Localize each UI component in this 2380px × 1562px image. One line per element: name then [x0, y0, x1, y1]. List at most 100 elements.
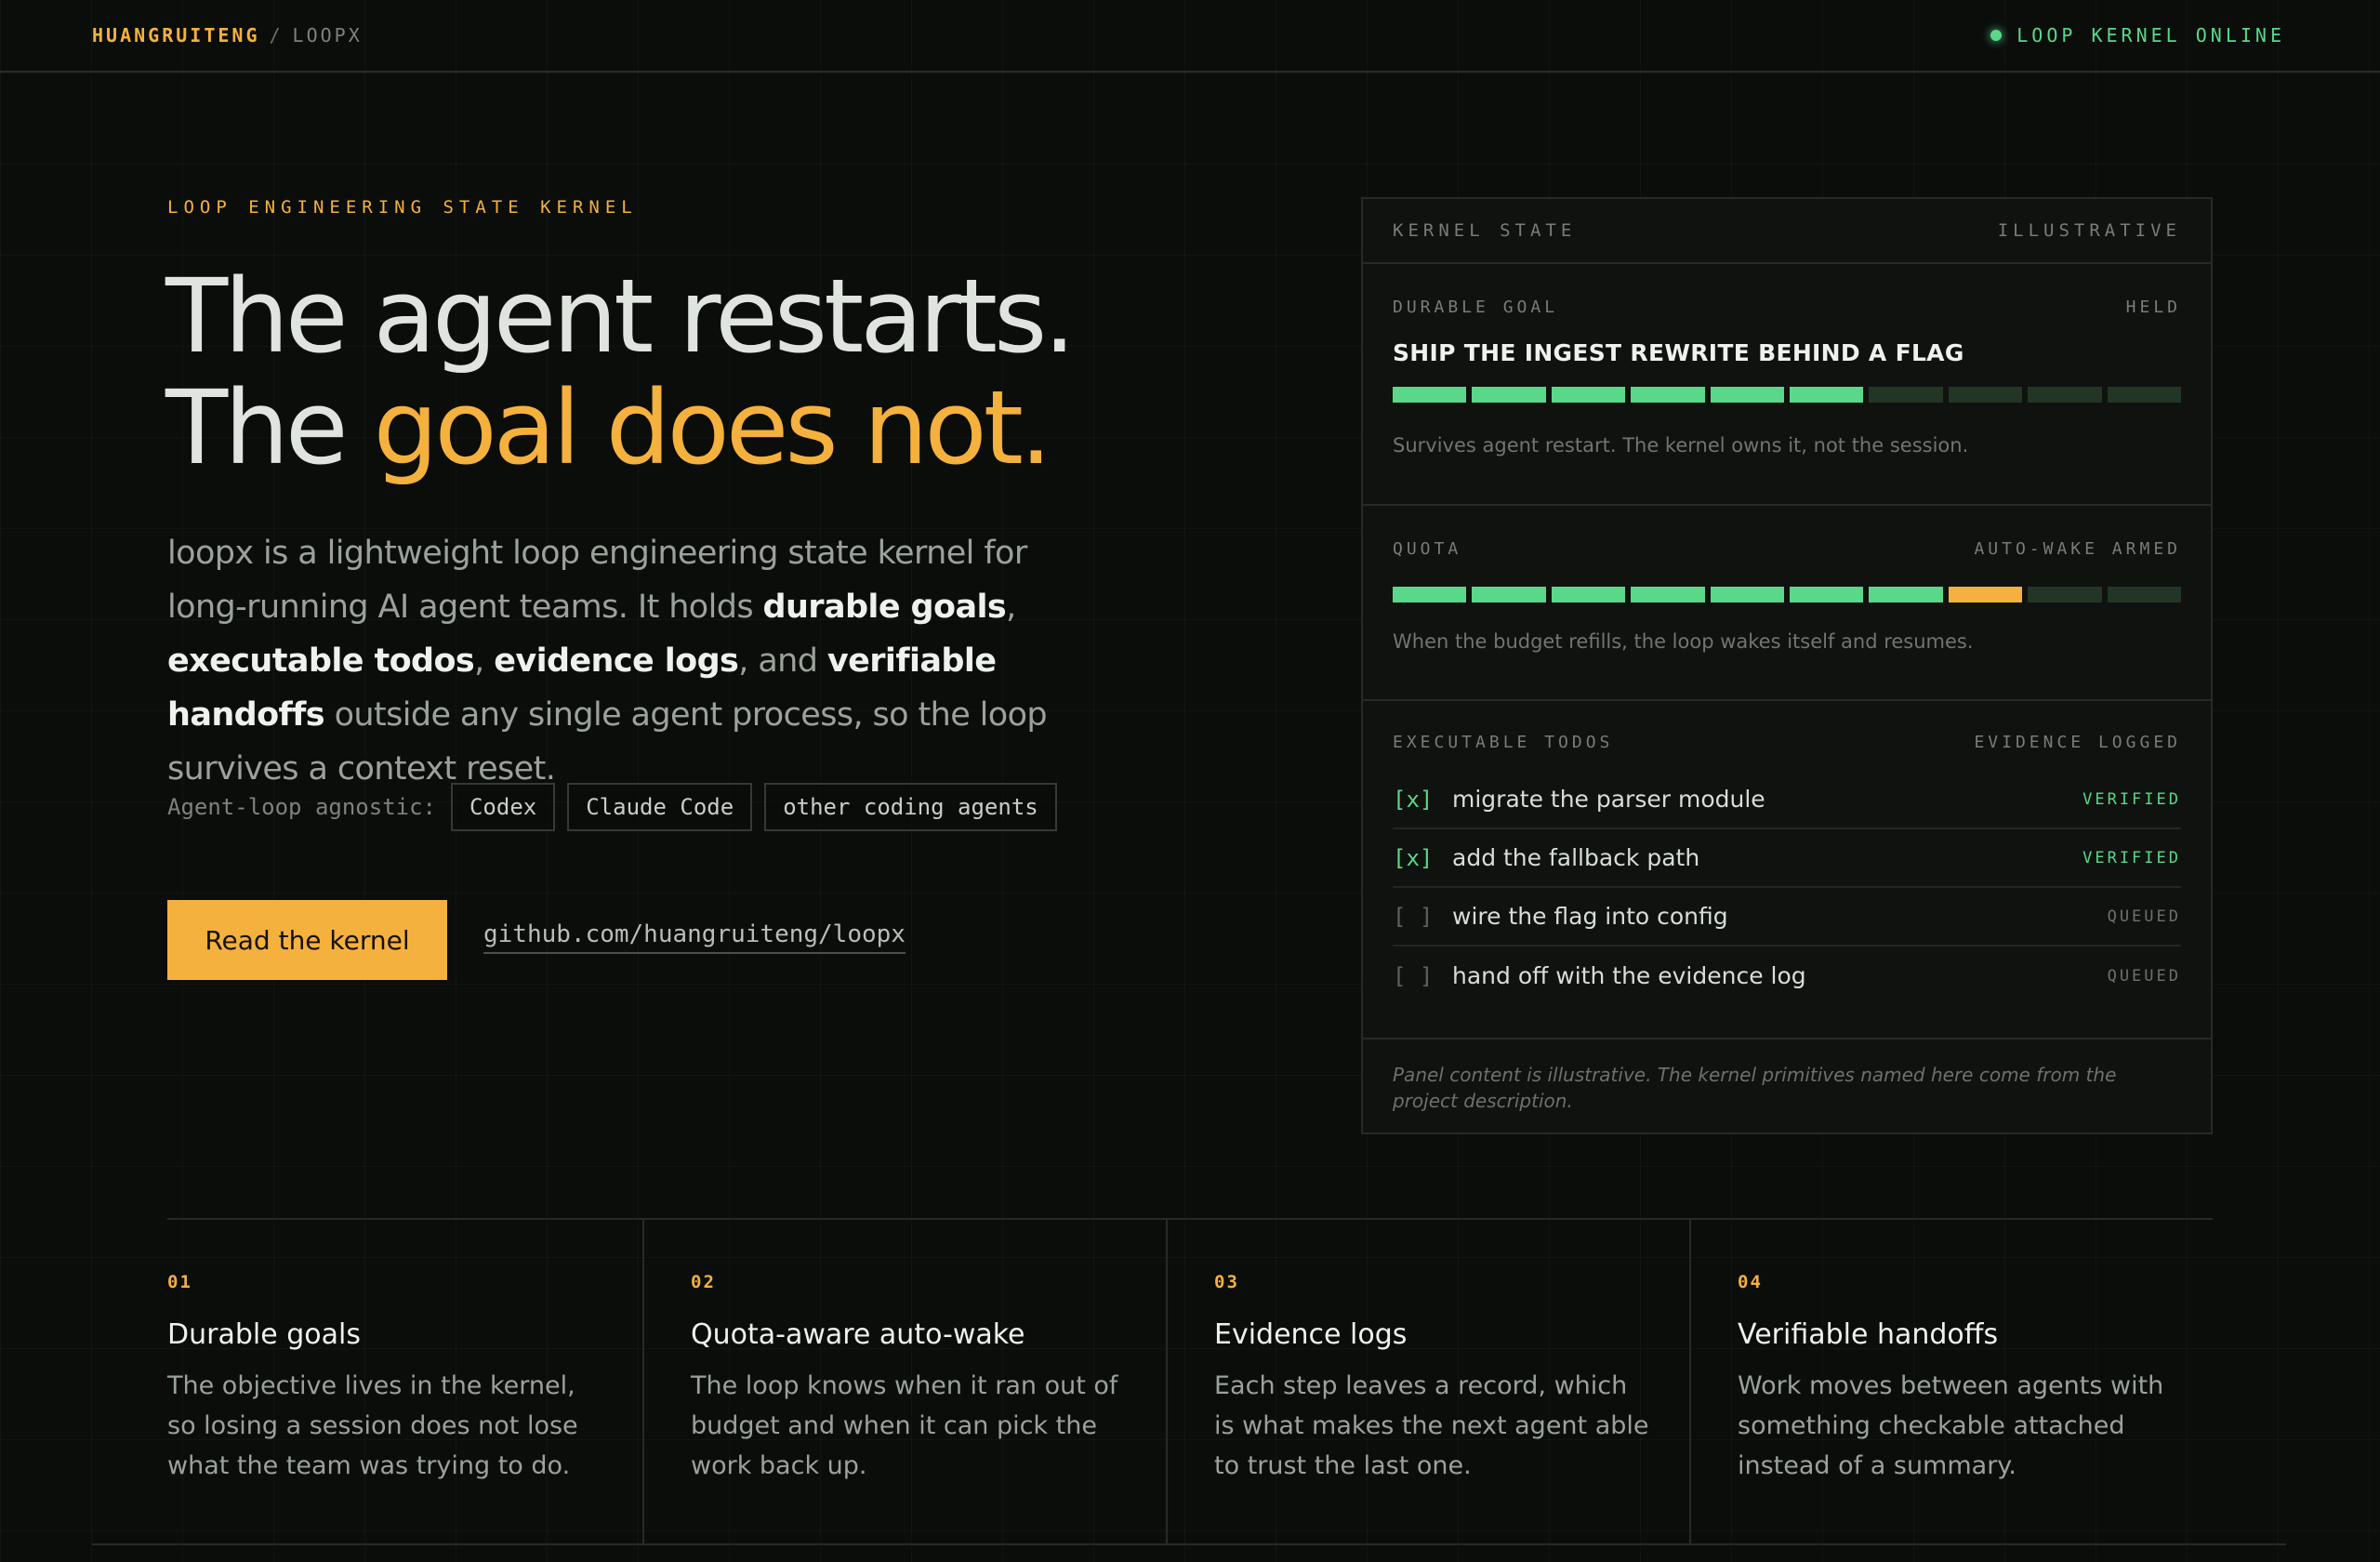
feature-card: 03 Evidence logs Each step leaves a reco…	[1168, 1220, 1691, 1543]
lede-emphasis-executable-todos: executable todos	[167, 642, 475, 680]
todo-item: [x] migrate the parser module VERIFIED	[1393, 771, 2181, 829]
feature-title: Durable goals	[167, 1318, 361, 1351]
meter-segment	[2028, 587, 2102, 602]
feature-number: 04	[1738, 1272, 1763, 1292]
quota-meter	[1393, 587, 2182, 602]
meter-segment	[1710, 587, 1785, 602]
headline-line-2-accent: goal does not.	[373, 368, 1052, 487]
quota-header: QUOTA AUTO-WAKE ARMED	[1393, 506, 2181, 559]
feature-card: 02 Quota-aware auto-wake The loop knows …	[644, 1220, 1168, 1543]
durable-goal-section: DURABLE GOAL HELD SHIP THE INGEST REWRIT…	[1363, 264, 2211, 506]
todo-list: [x] migrate the parser module VERIFIED […	[1393, 771, 2181, 1005]
goal-progress-bar	[1393, 387, 2182, 403]
lede-text: ,	[1006, 589, 1016, 626]
lede-text: , and	[738, 642, 827, 680]
kernel-state-panel: KERNEL STATE ILLUSTRATIVE DURABLE GOAL H…	[1361, 197, 2213, 1134]
checkbox-empty-icon: [ ]	[1393, 962, 1434, 989]
goal-label: DURABLE GOAL	[1393, 298, 1559, 317]
quota-note: When the budget refills, the loop wakes …	[1393, 630, 1974, 653]
todo-state-badge: QUEUED	[2107, 907, 2181, 926]
meter-segment	[2107, 387, 2182, 403]
quota-label: QUOTA	[1393, 539, 1462, 559]
meter-segment	[1710, 387, 1785, 403]
agent-chip-claude-code: Claude Code	[567, 783, 753, 831]
meter-segment	[1551, 387, 1626, 403]
todo-text: add the fallback path	[1452, 844, 1700, 871]
meter-segment	[1551, 587, 1626, 602]
goal-note: Survives agent restart. The kernel owns …	[1393, 434, 1969, 457]
checkbox-checked-icon: [x]	[1393, 844, 1434, 871]
todo-state-badge: QUEUED	[2107, 966, 2181, 986]
meter-segment	[1948, 587, 2023, 602]
github-repo-link[interactable]: github.com/huangruiteng/loopx	[483, 920, 906, 954]
meter-segment	[1631, 387, 1705, 403]
lede-text: ,	[474, 642, 495, 680]
meter-segment	[1790, 587, 1864, 602]
headline-line-2-prefix: The	[165, 368, 374, 487]
lede-emphasis-evidence-logs: evidence logs	[494, 642, 739, 680]
breadcrumb-separator: /	[269, 24, 284, 46]
checkbox-checked-icon: [x]	[1393, 786, 1434, 813]
meter-segment	[2028, 387, 2102, 403]
meter-segment	[1472, 587, 1546, 602]
todo-item: [x] add the fallback path VERIFIED	[1393, 829, 2181, 888]
feature-title: Quota-aware auto-wake	[691, 1318, 1025, 1351]
panel-footnote: Panel content is illustrative. The kerne…	[1393, 1064, 2117, 1112]
todo-text: wire the flag into config	[1452, 903, 1728, 930]
todos-header: EXECUTABLE TODOS EVIDENCE LOGGED	[1393, 701, 2181, 752]
meter-segment	[1869, 587, 1943, 602]
status-dot-icon	[1990, 30, 2003, 41]
agent-chip-other: other coding agents	[764, 783, 1057, 831]
read-kernel-button[interactable]: Read the kernel	[167, 900, 447, 980]
panel-header: KERNEL STATE ILLUSTRATIVE	[1363, 199, 2211, 264]
todos-section: EXECUTABLE TODOS EVIDENCE LOGGED [x] mig…	[1363, 701, 2211, 1039]
feature-title: Verifiable handoffs	[1738, 1318, 1999, 1351]
feature-card: 04 Verifiable handoffs Work moves betwee…	[1691, 1220, 2213, 1543]
checkbox-empty-icon: [ ]	[1393, 903, 1434, 930]
meter-segment	[1393, 387, 1467, 403]
todo-item: [ ] hand off with the evidence log QUEUE…	[1393, 946, 2181, 1005]
kernel-status-badge: LOOP KERNEL ONLINE	[1990, 24, 2285, 46]
top-bar: HUANGRUITENG / LOOPX LOOP KERNEL ONLINE	[0, 0, 2380, 73]
meter-segment	[1631, 587, 1705, 602]
feature-description: Each step leaves a record, which is what…	[1214, 1371, 1649, 1480]
breadcrumb: HUANGRUITENG / LOOPX	[92, 24, 363, 46]
quota-status: AUTO-WAKE ARMED	[1974, 539, 2181, 559]
meter-segment	[2107, 587, 2182, 602]
feature-number: 03	[1214, 1272, 1239, 1292]
meter-segment	[1948, 387, 2023, 403]
feature-number: 01	[167, 1272, 192, 1292]
footer-divider	[92, 1543, 2286, 1545]
meter-segment	[1790, 387, 1864, 403]
todo-state-badge: VERIFIED	[2082, 848, 2181, 867]
lede-emphasis-durable-goals: durable goals	[762, 589, 1007, 626]
todo-state-badge: VERIFIED	[2082, 789, 2181, 809]
goal-header: DURABLE GOAL HELD	[1393, 264, 2181, 317]
hero-headline: The agent restarts. The goal does not.	[165, 260, 1281, 483]
agent-compatibility: Agent-loop agnostic: Codex Claude Code o…	[167, 783, 1069, 831]
kernel-status-text: LOOP KERNEL ONLINE	[2016, 24, 2285, 46]
todo-item: [ ] wire the flag into config QUEUED	[1393, 888, 2181, 946]
agnostic-label: Agent-loop agnostic:	[167, 794, 436, 820]
hero-description: loopx is a lightweight loop engineering …	[167, 526, 1060, 796]
todo-text: migrate the parser module	[1452, 786, 1765, 813]
hero-eyebrow: LOOP ENGINEERING STATE KERNEL	[167, 197, 638, 218]
feature-number: 02	[691, 1272, 716, 1292]
todos-label: EXECUTABLE TODOS	[1393, 733, 1614, 752]
meter-segment	[1472, 387, 1546, 403]
feature-card: 01 Durable goals The objective lives in …	[167, 1220, 644, 1543]
panel-title: KERNEL STATE	[1393, 220, 1577, 241]
feature-description: Work moves between agents with something…	[1738, 1371, 2164, 1480]
panel-tag: ILLUSTRATIVE	[1997, 220, 2181, 241]
headline-line-1: The agent restarts.	[165, 257, 1076, 376]
meter-segment	[1869, 387, 1943, 403]
goal-title: SHIP THE INGEST REWRITE BEHIND A FLAG	[1393, 339, 1964, 366]
breadcrumb-repo-link[interactable]: LOOPX	[293, 24, 363, 46]
quota-section: QUOTA AUTO-WAKE ARMED When the budget re…	[1363, 506, 2211, 701]
agent-chip-codex: Codex	[450, 783, 556, 831]
todo-text: hand off with the evidence log	[1452, 962, 1806, 989]
todos-status: EVIDENCE LOGGED	[1974, 733, 2181, 752]
goal-status: HELD	[2125, 298, 2181, 317]
meter-segment	[1393, 587, 1467, 602]
breadcrumb-owner-link[interactable]: HUANGRUITENG	[92, 24, 260, 46]
